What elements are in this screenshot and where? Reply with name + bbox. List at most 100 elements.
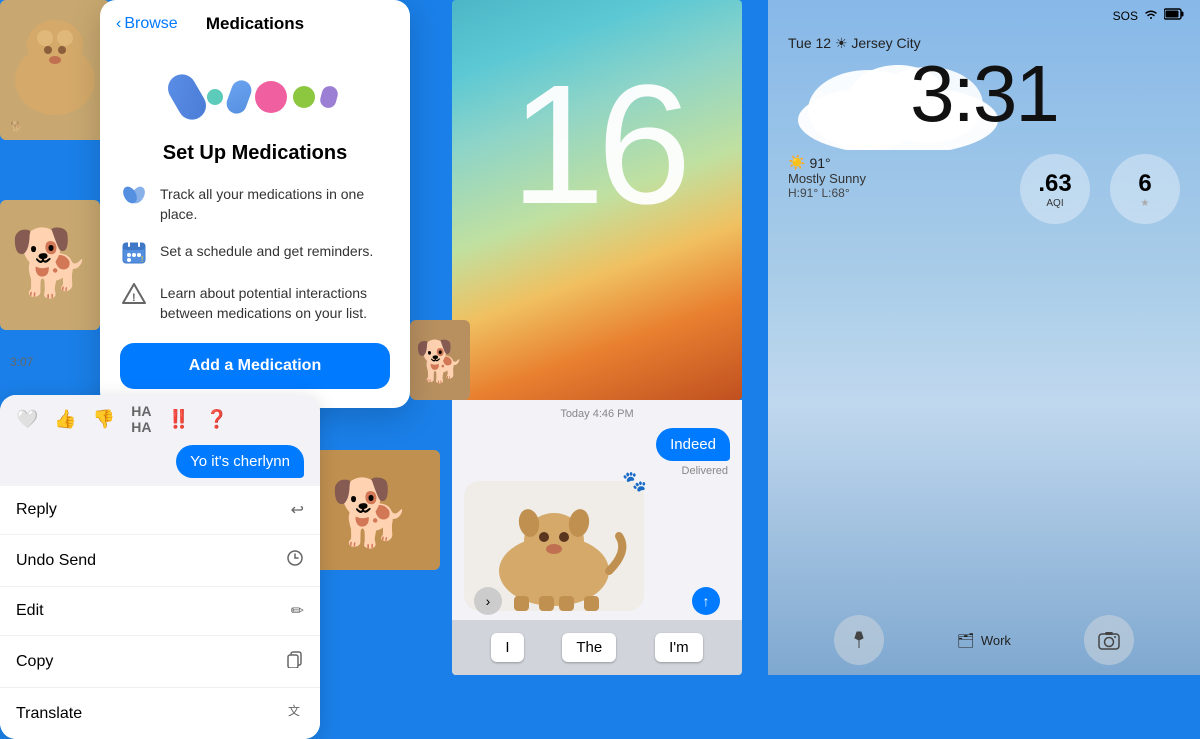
thumbsdown-reaction[interactable]: 👎 [93, 409, 115, 430]
msg-delivered-status: Delivered [452, 465, 742, 477]
svg-text:!: ! [132, 292, 136, 304]
context-copy[interactable]: Copy [0, 636, 320, 688]
back-label[interactable]: Browse [124, 15, 177, 33]
add-medication-button[interactable]: Add a Medication [120, 343, 390, 389]
exclamation-reaction[interactable]: ‼️ [168, 409, 190, 430]
lock-wifi-icon [1144, 8, 1158, 23]
translate-icon: 文 [286, 702, 304, 725]
lock-main-time: 3:31 [788, 54, 1180, 134]
pill-green-icon [293, 86, 315, 108]
med-features: Track all your medications in one place.… [100, 181, 410, 323]
small-dog-emoji: 🐾 [622, 469, 652, 494]
chevron-left-icon: ‹ [116, 15, 121, 33]
lock-widget-aqi: .63 AQI [1020, 154, 1090, 224]
messages-screen: Today 4:46 PM Indeed Delivered 🐾 [452, 400, 742, 675]
dog-small-mid: 🐕 [410, 320, 470, 400]
msg-expand-button[interactable]: › [474, 587, 502, 615]
pill-teal-icon [207, 89, 223, 105]
sun-icon: ☀️ [788, 154, 805, 171]
ios-wallpaper-number: 16 [452, 60, 742, 230]
reply-label: Reply [16, 501, 57, 519]
aqi-number: .63 [1038, 170, 1071, 198]
dog-top-left: 🐕 [0, 0, 110, 140]
feature-schedule-text: Set a schedule and get reminders. [160, 238, 373, 262]
lock-widget-uv: 6 ★ [1110, 154, 1180, 224]
lock-condition: Mostly Sunny [788, 171, 1000, 186]
context-edit[interactable]: Edit ✏ [0, 587, 320, 636]
question-reaction[interactable]: ❓ [206, 409, 228, 430]
lock-temp: 91° [809, 155, 830, 171]
undo-send-label: Undo Send [16, 552, 96, 570]
med-icons [100, 62, 410, 132]
ios-wallpaper-screen: 16 [452, 0, 742, 400]
med-feature-track: Track all your medications in one place. [120, 181, 390, 224]
lock-battery-icon [1164, 8, 1184, 23]
edit-label: Edit [16, 602, 44, 620]
lock-bottom-bar: 🗂 Work [768, 615, 1200, 665]
feature-interactions-text: Learn about potential interactions betwe… [160, 280, 390, 323]
msg-keyboard-bar: I The I'm [452, 620, 742, 675]
keyboard-suggestion-the[interactable]: The [562, 633, 616, 662]
edit-icon: ✏ [291, 601, 304, 621]
chat-reactions-bar: 🤍 👍 👎 HAHA ‼️ ❓ [0, 395, 320, 439]
warning-icon: ! [120, 280, 148, 308]
lock-weather-section: ☀️ 91° Mostly Sunny H:91° L:68° .63 AQI … [768, 134, 1200, 224]
svg-text:🐕: 🐕 [10, 226, 91, 300]
keyboard-suggestion-i[interactable]: I [491, 633, 523, 662]
pill-blue-large-icon [163, 69, 211, 125]
med-feature-schedule: ! Set a schedule and get reminders. [120, 238, 390, 266]
medications-panel: ‹ Browse Medications Set Up Medications … [100, 0, 410, 408]
chat-bubble: Yo it's cherlynn [176, 445, 304, 478]
feature-track-text: Track all your medications in one place. [160, 181, 390, 224]
msg-timestamp: Today 4:46 PM [452, 400, 742, 424]
svg-text:🐕: 🐕 [10, 120, 22, 133]
lock-weather-info: ☀️ 91° Mostly Sunny H:91° L:68° [788, 154, 1000, 200]
chat-bubble-area: Yo it's cherlynn [0, 439, 320, 486]
lock-high: H:91° [788, 186, 818, 200]
time-indicator: 3:07 [10, 355, 33, 369]
uv-number: 6 [1138, 170, 1151, 198]
pill-purple-icon [318, 84, 339, 109]
lock-work-text: Work [981, 633, 1011, 648]
lock-carrier: SOS [1113, 9, 1138, 23]
calendar-icon: ! [120, 238, 148, 266]
lock-low: L:68° [822, 186, 850, 200]
context-translate[interactable]: Translate 文 [0, 688, 320, 739]
haha-reaction[interactable]: HAHA [131, 403, 151, 435]
msg-sent-container: Indeed [452, 424, 742, 465]
svg-text:🐕: 🐕 [330, 476, 411, 550]
med-nav-back[interactable]: ‹ Browse [116, 15, 178, 33]
lock-status-bar: SOS [768, 0, 1200, 27]
lock-screen: SOS Tue 12 ☀ Jersey City 3:31 ☀️ 91° [768, 0, 1200, 675]
pill-blue-small-icon [224, 78, 254, 117]
copy-icon [286, 650, 304, 673]
med-feature-interactions: ! Learn about potential interactions bet… [120, 280, 390, 323]
lock-date-text: Tue 12 ☀ Jersey City [788, 35, 921, 52]
svg-text:文: 文 [288, 703, 300, 718]
svg-text:🐕: 🐕 [415, 338, 465, 384]
context-undo-send[interactable]: Undo Send [0, 535, 320, 587]
msg-sent-bubble: Indeed [656, 428, 730, 461]
lock-flashlight-button[interactable] [834, 615, 884, 665]
med-nav: ‹ Browse Medications [100, 0, 410, 42]
med-nav-title: Medications [206, 14, 304, 34]
copy-label: Copy [16, 653, 53, 671]
pill-pink-icon [255, 81, 287, 113]
star-icon: ★ [1141, 198, 1150, 209]
svg-text:!: ! [141, 255, 143, 264]
lock-work-label[interactable]: 🗂 Work [957, 632, 1011, 649]
dog-bottom-mid-left: 🐕 [310, 450, 440, 570]
thumbsup-reaction[interactable]: 👍 [54, 409, 76, 430]
context-menu: Reply ↩ Undo Send Edit ✏ Copy Translate … [0, 486, 320, 739]
pills-icon [120, 181, 148, 209]
context-reply[interactable]: Reply ↩ [0, 486, 320, 535]
messages-panel: 🤍 👍 👎 HAHA ‼️ ❓ Yo it's cherlynn Reply ↩… [0, 395, 320, 739]
msg-send-button[interactable]: ↑ [692, 587, 720, 615]
heart-reaction[interactable]: 🤍 [16, 409, 38, 430]
briefcase-icon: 🗂 [957, 632, 975, 649]
reply-icon: ↩ [291, 500, 304, 520]
keyboard-suggestion-im[interactable]: I'm [655, 633, 703, 662]
med-heading: Set Up Medications [120, 142, 390, 165]
dog-mid-left: 🐕 [0, 200, 100, 330]
lock-camera-button[interactable] [1084, 615, 1134, 665]
